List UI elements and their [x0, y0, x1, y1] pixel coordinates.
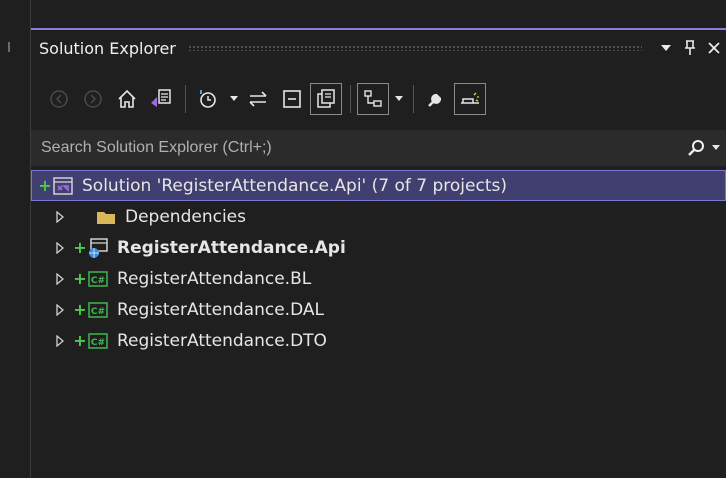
chevron-right-icon: [56, 272, 64, 285]
sync-arrows-icon: [249, 91, 267, 107]
tree-item-label: RegisterAttendance.DTO: [117, 330, 327, 351]
switch-views-button[interactable]: [145, 83, 177, 115]
show-all-files-icon: [317, 89, 335, 108]
drag-grip[interactable]: [187, 45, 642, 51]
chevron-right-icon: [56, 334, 64, 347]
tree-item-dto-project[interactable]: + C# RegisterAttendance.DTO: [31, 325, 726, 356]
toolbar-separator: [185, 85, 186, 113]
expand-arrow[interactable]: [53, 210, 67, 223]
pending-changes-dropdown[interactable]: [226, 83, 242, 115]
pending-add-marker: +: [38, 176, 52, 195]
pending-add-marker: +: [73, 238, 87, 257]
svg-text:C#: C#: [91, 338, 105, 348]
chevron-down-icon: [395, 96, 403, 101]
solution-tree: + Solution 'RegisterAttendance.Api' (7 o…: [31, 170, 726, 356]
left-edge-strip: [0, 0, 30, 478]
tree-item-label: Dependencies: [125, 206, 246, 227]
pending-changes-filter-button[interactable]: [192, 83, 224, 115]
collapse-all-icon: [283, 90, 301, 108]
switch-views-icon: [151, 89, 171, 107]
panel-title: Solution Explorer: [39, 38, 176, 58]
search-options-button[interactable]: [686, 138, 720, 158]
svg-text:C#: C#: [91, 307, 105, 317]
view-dropdown[interactable]: [391, 83, 407, 115]
solution-explorer-toolbar: [31, 68, 726, 130]
search-input[interactable]: [39, 138, 686, 158]
expand-arrow[interactable]: [53, 241, 67, 254]
chevron-right-icon: [56, 303, 64, 316]
toolbar-separator: [413, 85, 414, 113]
pending-add-marker: +: [73, 300, 87, 319]
preview-button[interactable]: [454, 83, 486, 115]
csharp-project-icon: C#: [87, 268, 109, 290]
tree-item-label: RegisterAttendance.Api: [117, 237, 346, 258]
close-icon: [708, 42, 720, 54]
csharp-project-icon: C#: [87, 299, 109, 321]
wrench-icon: [428, 93, 442, 107]
pending-add-marker: +: [73, 269, 87, 288]
collapse-all-button[interactable]: [276, 83, 308, 115]
tree-item-dal-project[interactable]: + C# RegisterAttendance.DAL: [31, 294, 726, 325]
toolbar-separator: [350, 85, 351, 113]
expand-arrow[interactable]: [53, 303, 67, 316]
tree-item-label: RegisterAttendance.BL: [117, 268, 312, 289]
forward-button[interactable]: [77, 83, 109, 115]
back-icon: [50, 90, 68, 108]
sync-with-active-document-button[interactable]: [242, 83, 274, 115]
window-position-dropdown-button[interactable]: [654, 36, 678, 60]
tree-item-label: RegisterAttendance.DAL: [117, 299, 324, 320]
home-button[interactable]: [111, 83, 143, 115]
chevron-down-icon: [661, 45, 671, 51]
hierarchy-icon: [364, 90, 382, 107]
chevron-right-icon: [56, 241, 64, 254]
pending-add-marker: +: [73, 331, 87, 350]
panel-titlebar[interactable]: Solution Explorer: [31, 30, 726, 66]
chevron-down-icon: [230, 96, 238, 101]
solution-label: Solution 'RegisterAttendance.Api' (7 of …: [82, 175, 507, 196]
show-all-files-button[interactable]: [310, 83, 342, 115]
search-icon: [688, 140, 704, 156]
back-button[interactable]: [43, 83, 75, 115]
solution-node[interactable]: + Solution 'RegisterAttendance.Api' (7 o…: [31, 170, 726, 201]
solution-explorer-panel: Solution Explorer Search Solution Explor…: [31, 0, 726, 478]
expand-arrow[interactable]: [53, 334, 67, 347]
pin-icon: [685, 40, 695, 55]
tree-item-bl-project[interactable]: + C# RegisterAttendance.BL: [31, 263, 726, 294]
pin-button[interactable]: [678, 36, 702, 60]
folder-icon: [95, 206, 117, 228]
tree-item-api-project[interactable]: + RegisterAttendance.Api: [31, 232, 726, 263]
home-icon: [118, 89, 136, 108]
web-project-icon: [87, 237, 109, 259]
preview-pane-icon: [461, 92, 479, 104]
csharp-project-icon: C#: [87, 330, 109, 352]
expand-arrow[interactable]: [53, 272, 67, 285]
tree-item-dependencies[interactable]: Dependencies: [31, 201, 726, 232]
svg-text:C#: C#: [91, 276, 105, 286]
preview-selected-items-button[interactable]: [357, 83, 389, 115]
chevron-down-icon: [712, 145, 720, 150]
search-bar: [31, 130, 726, 166]
properties-button[interactable]: [420, 83, 452, 115]
forward-icon: [84, 90, 102, 108]
chevron-right-icon: [56, 210, 64, 223]
solution-icon: [52, 175, 74, 197]
close-button[interactable]: [702, 36, 726, 60]
clock-history-icon: [200, 90, 216, 108]
edge-marker: [8, 42, 10, 52]
